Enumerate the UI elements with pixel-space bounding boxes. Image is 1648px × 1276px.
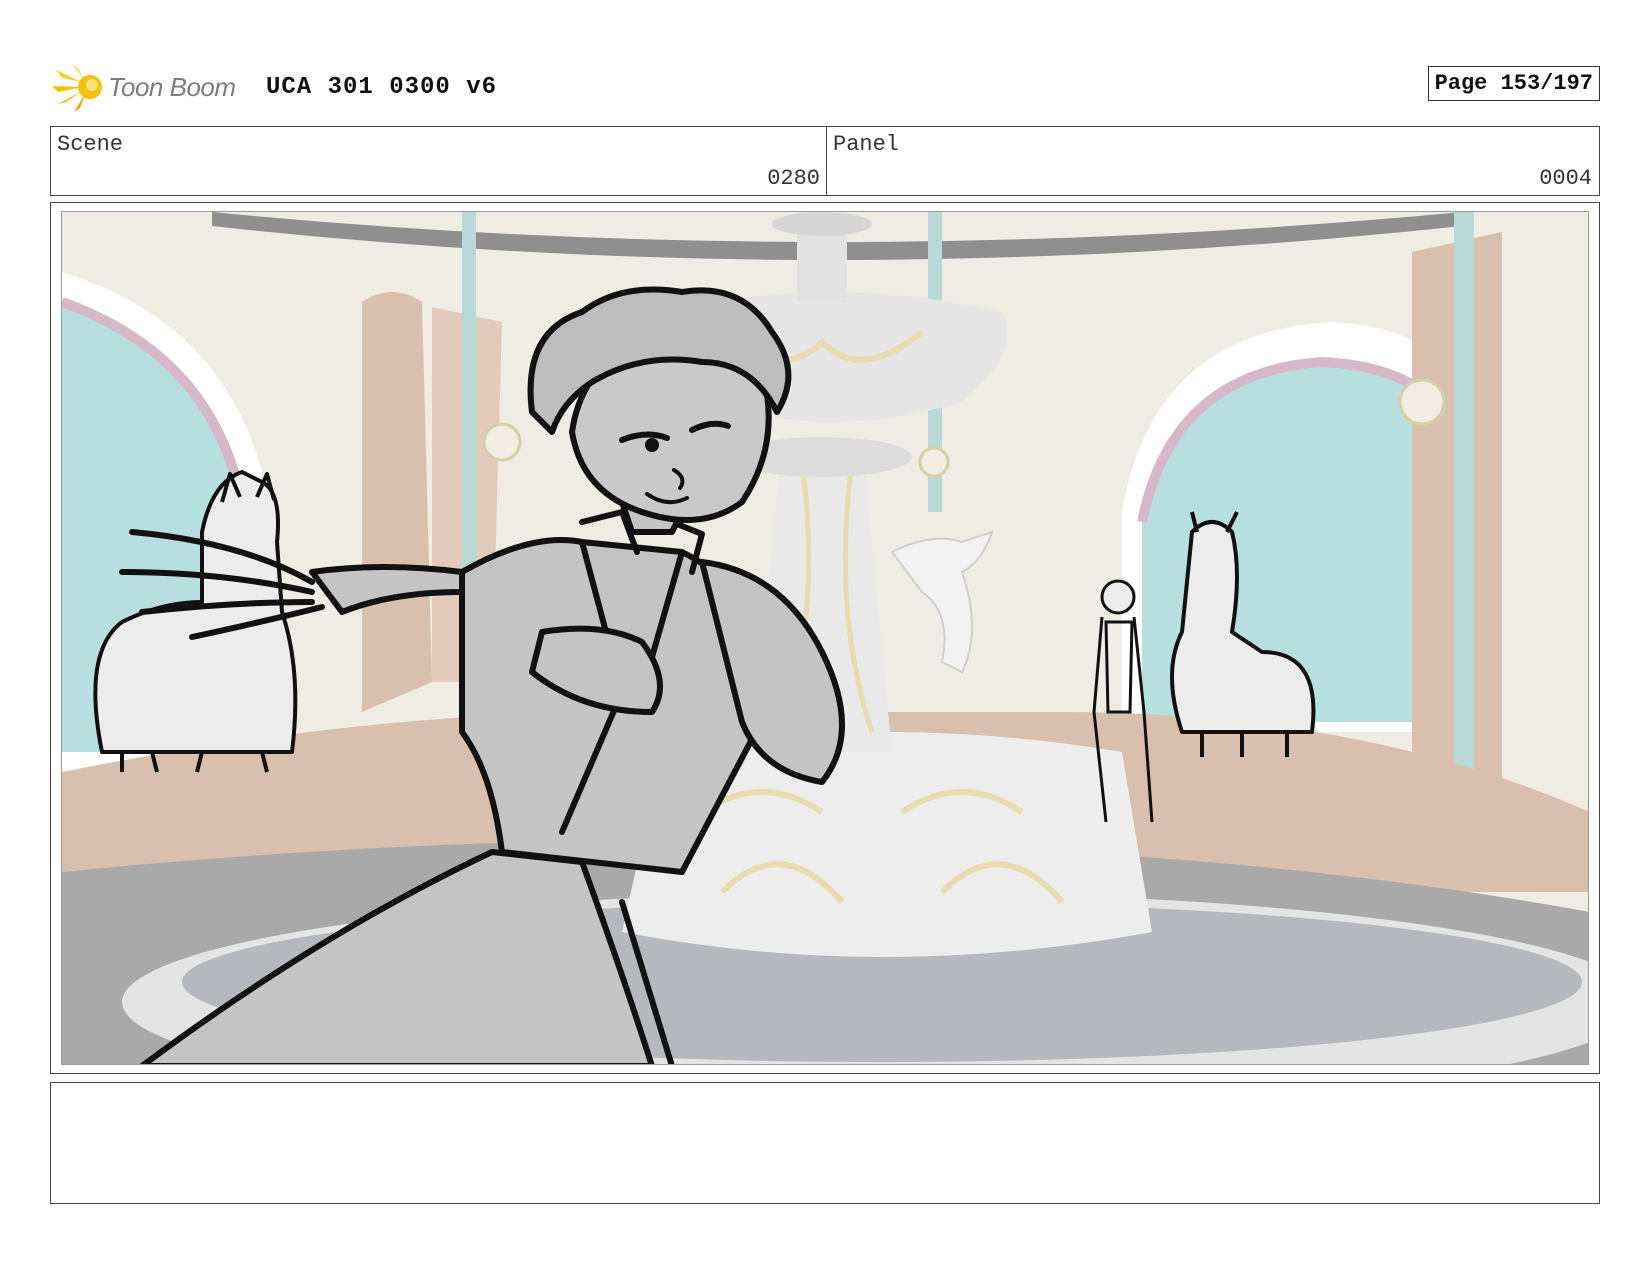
scene-panel-info-row: Scene 0280 Panel 0004 bbox=[50, 126, 1600, 196]
toon-boom-star-burst-icon bbox=[52, 64, 102, 112]
panel-cell: Panel 0004 bbox=[827, 127, 1598, 195]
wall-lamp bbox=[482, 422, 522, 462]
wall-lamp bbox=[918, 446, 950, 478]
pillar bbox=[1454, 212, 1474, 852]
scene-cell: Scene 0280 bbox=[51, 127, 827, 195]
scene-number: 0280 bbox=[767, 166, 820, 191]
toon-boom-logo: Toon Boom bbox=[52, 60, 252, 114]
panel-label: Panel bbox=[833, 132, 900, 157]
logo-text: Toon Boom bbox=[108, 72, 236, 102]
left-door bbox=[362, 292, 432, 712]
storyboard-frame bbox=[50, 202, 1600, 1074]
panel-number: 0004 bbox=[1539, 166, 1592, 191]
storyboard-image bbox=[61, 211, 1589, 1065]
panel-notes-box bbox=[50, 1082, 1600, 1204]
scene-label: Scene bbox=[57, 132, 124, 157]
page-header: Toon Boom UCA 301 0300 v6 Page 153/197 bbox=[52, 60, 1600, 114]
wall-lamp bbox=[1398, 378, 1446, 426]
document-title: UCA 301 0300 v6 bbox=[266, 74, 498, 101]
storyboard-illustration bbox=[62, 212, 1588, 1064]
page-number-badge: Page 153/197 bbox=[1427, 66, 1600, 101]
